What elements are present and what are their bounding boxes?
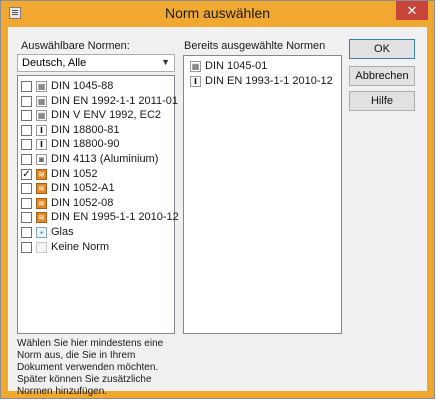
norm-checkbox[interactable] <box>21 154 32 165</box>
available-norm-item[interactable]: I DIN 18800-90 <box>18 138 174 152</box>
available-norm-item-label: DIN 1045-88 <box>51 80 114 92</box>
steel-profile-icon: I <box>36 139 47 151</box>
available-norm-item-label: Glas <box>51 226 74 238</box>
no-norm-icon <box>36 241 47 253</box>
available-norm-item-label: DIN 1052-A1 <box>51 182 115 195</box>
norm-checkbox[interactable] <box>21 110 32 122</box>
norm-checkbox[interactable] <box>21 227 32 238</box>
available-norm-item[interactable]: ≋ DIN EN 1995-1-1 2010-12 <box>18 211 179 225</box>
available-norm-item-label: DIN 1052-08 <box>51 196 114 209</box>
help-button[interactable]: Hilfe <box>349 91 415 111</box>
aluminium-profile-icon: ◙ <box>36 154 47 165</box>
available-norm-item[interactable]: ≋ DIN 1052-08 <box>18 197 174 211</box>
ok-button[interactable]: OK <box>349 39 415 59</box>
dialog-title: Norm auswählen <box>164 5 271 21</box>
available-norms-label: Auswählbare Normen: <box>21 40 130 52</box>
available-norm-item[interactable]: ▦ DIN 1045-88 <box>18 80 174 94</box>
cancel-button[interactable]: Abbrechen <box>349 66 415 86</box>
chevron-down-icon[interactable]: ▼ <box>161 57 170 67</box>
timber-icon: ≋ <box>36 212 47 224</box>
norm-checkbox[interactable] <box>21 212 32 224</box>
grid-icon: ▦ <box>36 81 47 92</box>
available-norm-item-label: DIN 4113 (Aluminium) <box>51 153 159 165</box>
steel-profile-icon: I <box>36 124 47 136</box>
available-norm-item[interactable]: ≋ DIN 1052-A1 <box>18 182 174 196</box>
timber-icon: ≋ <box>36 168 47 180</box>
grid-icon: ▦ <box>36 110 47 122</box>
title-bar[interactable]: Norm auswählen ✕ <box>1 1 434 27</box>
selected-norm-item[interactable]: I DIN EN 1993-1-1 2010-12 <box>184 75 341 89</box>
available-norm-item[interactable]: ◙ DIN 4113 (Aluminium) <box>18 153 174 167</box>
grid-icon: ▦ <box>190 61 201 72</box>
norm-checkbox[interactable] <box>21 81 32 92</box>
available-norm-item[interactable]: ▦ DIN EN 1992-1-1 2011-01 <box>18 95 178 109</box>
available-norm-item-label: DIN EN 1995-1-1 2010-12 <box>51 211 179 224</box>
timber-icon: ≋ <box>36 183 47 195</box>
dialog-body: Auswählbare Normen: Deutsch, Alle ▼ ▦ DIN… <box>8 27 427 397</box>
language-filter-dropdown[interactable]: Deutsch, Alle ▼ <box>17 54 175 72</box>
close-button[interactable]: ✕ <box>396 1 428 20</box>
available-norm-item[interactable]: ✓ ≋ DIN 1052 <box>18 168 174 182</box>
available-norms-list[interactable]: ▦ DIN 1045-88 ▦ DIN EN 1992-1-1 2011-01 ▦ DIN… <box>17 75 179 334</box>
steel-profile-icon: I <box>190 75 201 87</box>
selected-norm-item-label: DIN EN 1993-1-1 2010-12 <box>205 74 333 87</box>
grid-icon: ▦ <box>36 95 47 107</box>
norm-checkbox[interactable] <box>21 183 32 195</box>
norm-checkbox[interactable] <box>21 241 32 253</box>
glass-icon: ▪ <box>36 227 47 238</box>
norm-checkbox[interactable] <box>21 95 32 107</box>
selected-norms-list[interactable]: ▦ DIN 1045-01 I DIN EN 1993-1-1 2010-12 <box>183 55 342 334</box>
norm-checkbox[interactable] <box>21 197 32 209</box>
dialog-window: Norm auswählen ✕ Auswählbare Normen: Deu… <box>0 0 435 399</box>
available-norm-item[interactable]: I DIN 18800-81 <box>18 124 174 138</box>
selected-norms-label: Bereits ausgewählte Normen <box>184 40 326 52</box>
available-norm-item-label: DIN 18800-90 <box>51 138 120 151</box>
help-note: Wählen Sie hier mindestens eine Norm aus… <box>17 338 164 397</box>
norm-checkbox[interactable] <box>21 124 32 136</box>
available-norm-item-label: DIN EN 1992-1-1 2011-01 <box>51 94 178 107</box>
available-norm-item[interactable]: ▪ Glas <box>18 226 174 240</box>
norm-checkbox[interactable]: ✓ <box>21 168 32 180</box>
available-norm-item-label: DIN 18800-81 <box>51 123 120 136</box>
language-filter-value: Deutsch, Alle <box>22 57 87 69</box>
available-norm-item-label: Keine Norm <box>51 240 110 253</box>
selected-norm-item[interactable]: ▦ DIN 1045-01 <box>184 60 341 74</box>
timber-icon: ≋ <box>36 197 47 209</box>
available-norm-item-label: DIN V ENV 1992, EC2 <box>51 109 162 122</box>
norm-checkbox[interactable] <box>21 139 32 151</box>
available-norm-item-label: DIN 1052 <box>51 167 98 180</box>
selected-norm-item-label: DIN 1045-01 <box>205 60 268 72</box>
available-norm-item[interactable]: ▦ DIN V ENV 1992, EC2 <box>18 109 174 123</box>
available-norm-item[interactable]: Keine Norm <box>18 241 174 255</box>
